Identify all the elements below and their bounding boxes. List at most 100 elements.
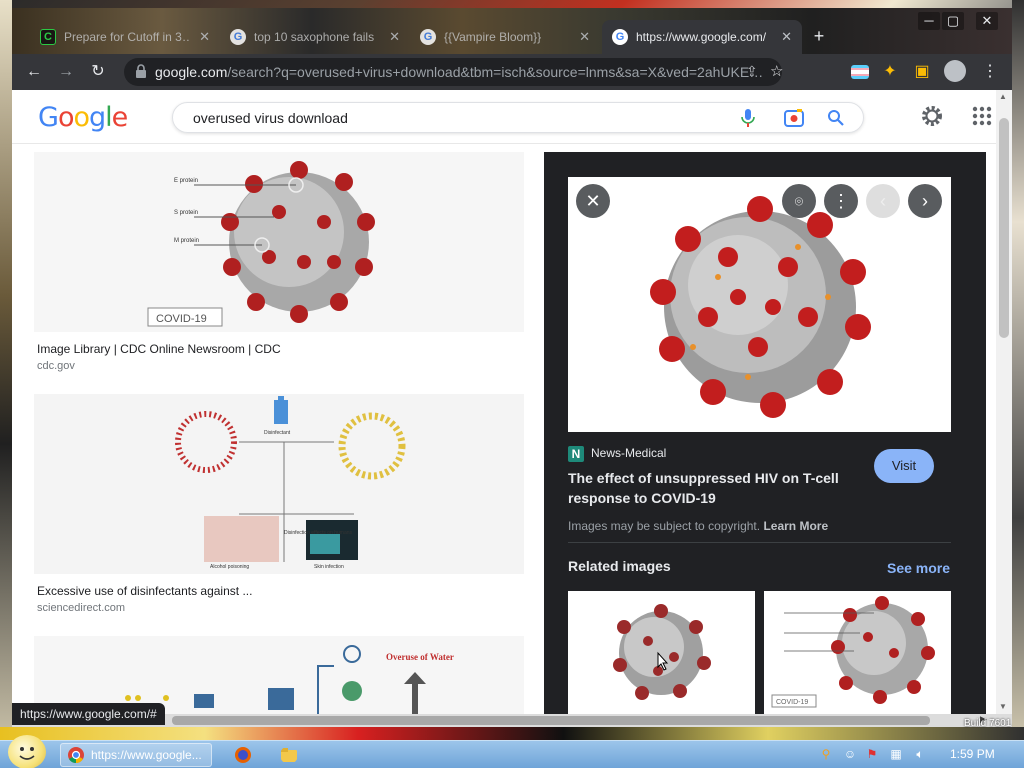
url-text: google.com/search?q=overused+virus+downl… [155, 64, 764, 80]
tab-2[interactable]: G top 10 saxophone fails ✕ [220, 20, 410, 54]
new-tab-button[interactable]: + [808, 26, 830, 48]
coronavirus-diagram-image: E protein S protein M protein COVID-19 [34, 152, 524, 332]
diagram-label: E protein [174, 178, 198, 184]
image-result[interactable]: E protein S protein M protein COVID-19 I… [34, 152, 524, 382]
bookmark-star-icon[interactable]: ☆ [770, 62, 783, 80]
related-images-heading: Related images [568, 558, 671, 574]
browser-toolbar: ← → ↻ google.com/search?q=overused+virus… [12, 54, 1012, 90]
browser-window: C Prepare for Cutoff in 3… ✕ G top 10 sa… [12, 8, 1012, 727]
tab-1[interactable]: C Prepare for Cutoff in 3… ✕ [30, 20, 220, 54]
related-image[interactable]: COVID-19 [764, 591, 951, 714]
extensions-puzzle-icon[interactable]: ✦ [878, 60, 902, 84]
tab-4-active[interactable]: G https://www.google.com/ ✕ [602, 20, 802, 54]
divider [568, 542, 951, 543]
more-options-button[interactable]: ⋮ [824, 184, 858, 218]
close-window-button[interactable]: ✕ [976, 12, 998, 30]
chrome-menu-icon[interactable]: ⋮ [978, 60, 1002, 84]
disinfectant-diagram-image: Alcohol poisoning Skin infection Disinfe… [34, 394, 524, 574]
google-header: Google overused virus download [12, 90, 996, 144]
lock-icon [136, 64, 146, 78]
tab-3[interactable]: G {{Vampire Bloom}} ✕ [410, 20, 600, 54]
close-icon[interactable]: ✕ [199, 29, 210, 45]
result-thumbnail[interactable]: Alcohol poisoning Skin infection Disinfe… [34, 394, 524, 574]
result-source[interactable]: sciencedirect.com [37, 602, 125, 614]
result-caption[interactable]: Excessive use of disinfectants against .… [37, 584, 252, 598]
close-icon[interactable]: ✕ [579, 29, 590, 45]
profile-avatar[interactable] [944, 60, 966, 82]
desktop-wallpaper [0, 0, 12, 740]
taskbar-explorer-button[interactable] [274, 743, 304, 767]
see-more-link[interactable]: See more [887, 560, 950, 576]
scroll-up-icon[interactable]: ▲ [999, 92, 1007, 101]
forward-button[interactable]: → [54, 60, 78, 84]
clock[interactable]: 1:59 PM [950, 747, 995, 761]
search-box[interactable]: overused virus download [172, 102, 864, 133]
reload-button[interactable]: ↻ [86, 60, 110, 84]
search-input[interactable]: overused virus download [193, 110, 348, 126]
next-image-button[interactable]: › [908, 184, 942, 218]
minimize-button[interactable]: ─ [918, 12, 940, 30]
coronavirus-render-image [568, 177, 951, 432]
start-button[interactable] [8, 735, 46, 768]
visit-button[interactable]: Visit [874, 449, 934, 483]
maximize-button[interactable]: ▢ [942, 12, 964, 30]
taskbar-chrome-button[interactable]: https://www.google... [60, 743, 212, 767]
windows-build-text: Build 7601 [964, 718, 1012, 729]
chrome-icon [68, 747, 84, 764]
folder-icon [281, 748, 297, 762]
firefox-icon [235, 747, 251, 763]
learn-more-link[interactable]: Learn More [763, 519, 828, 533]
result-thumbnail[interactable]: E protein S protein M protein COVID-19 [34, 152, 524, 332]
microphone-icon[interactable] [737, 108, 759, 128]
desktop-wallpaper [1012, 0, 1024, 740]
back-button[interactable]: ← [22, 60, 46, 84]
terminal-icon: C [40, 29, 56, 45]
close-preview-button[interactable]: ✕ [576, 184, 610, 218]
covid-label: COVID-19 [156, 313, 207, 325]
google-images-page: Google overused virus download E protein… [12, 90, 1012, 714]
diagram-label: M protein [174, 238, 199, 244]
previous-image-button[interactable]: ‹ [866, 184, 900, 218]
preview-image[interactable] [568, 177, 951, 432]
related-virus-image [568, 591, 755, 714]
result-source[interactable]: cdc.gov [37, 360, 75, 372]
tab-title: https://www.google.com/ [636, 30, 767, 44]
scrollbar-thumb[interactable] [999, 118, 1009, 338]
related-image[interactable] [568, 591, 755, 714]
emoji-tray-icon[interactable]: ☺ [842, 746, 858, 762]
network-icon[interactable]: ▦ [888, 746, 904, 762]
close-icon[interactable]: ✕ [389, 29, 400, 45]
vertical-scrollbar[interactable]: ▲ ▼ [996, 90, 1012, 714]
taskbar-firefox-button[interactable] [228, 743, 258, 767]
action-center-flag-icon[interactable]: ⚑ [864, 746, 880, 762]
google-icon: G [420, 29, 436, 45]
scroll-down-icon[interactable]: ▼ [999, 702, 1007, 711]
preview-title[interactable]: The effect of unsuppressed HIV on T-cell… [568, 468, 858, 508]
diagram-label: Alcohol poisoning [210, 564, 249, 570]
google-logo[interactable]: Google [38, 102, 128, 133]
covid-label: COVID-19 [776, 699, 808, 706]
gear-icon[interactable] [920, 104, 944, 128]
diagram-label: S protein [174, 210, 198, 216]
search-tray-icon[interactable]: ⚲ [818, 746, 834, 762]
image-preview-panel: ✕ ⌾ ⋮ ‹ › N News-Medical The effect of u… [544, 152, 986, 714]
volume-icon[interactable]: 🔈︎ [912, 746, 928, 762]
diagram-label: Disinfection effects on humans [284, 530, 353, 536]
apps-grid-icon[interactable] [972, 106, 992, 126]
search-icon[interactable] [825, 108, 847, 128]
share-icon[interactable]: ⇪ [746, 63, 758, 80]
close-icon[interactable]: ✕ [781, 29, 792, 45]
side-panel-icon[interactable]: ▣ [910, 60, 934, 84]
address-bar[interactable]: google.com/search?q=overused+virus+downl… [124, 58, 783, 86]
camera-lens-icon[interactable] [783, 108, 805, 128]
result-caption[interactable]: Image Library | CDC Online Newsroom | CD… [37, 342, 281, 356]
taskbar: https://www.google... ⚲ ☺ ⚑ ▦ 🔈︎ 1:59 PM [0, 735, 1024, 768]
status-bubble: https://www.google.com/# [12, 703, 165, 725]
flag-extension-icon[interactable] [848, 60, 872, 84]
lens-search-button[interactable]: ⌾ [782, 184, 816, 218]
image-result[interactable]: Alcohol poisoning Skin infection Disinfe… [34, 394, 524, 624]
taskbar-app-label: https://www.google... [91, 748, 202, 762]
scrollbar-thumb[interactable] [172, 716, 930, 725]
preview-source[interactable]: News-Medical [591, 446, 666, 460]
tab-title: Prepare for Cutoff in 3… [64, 30, 192, 44]
